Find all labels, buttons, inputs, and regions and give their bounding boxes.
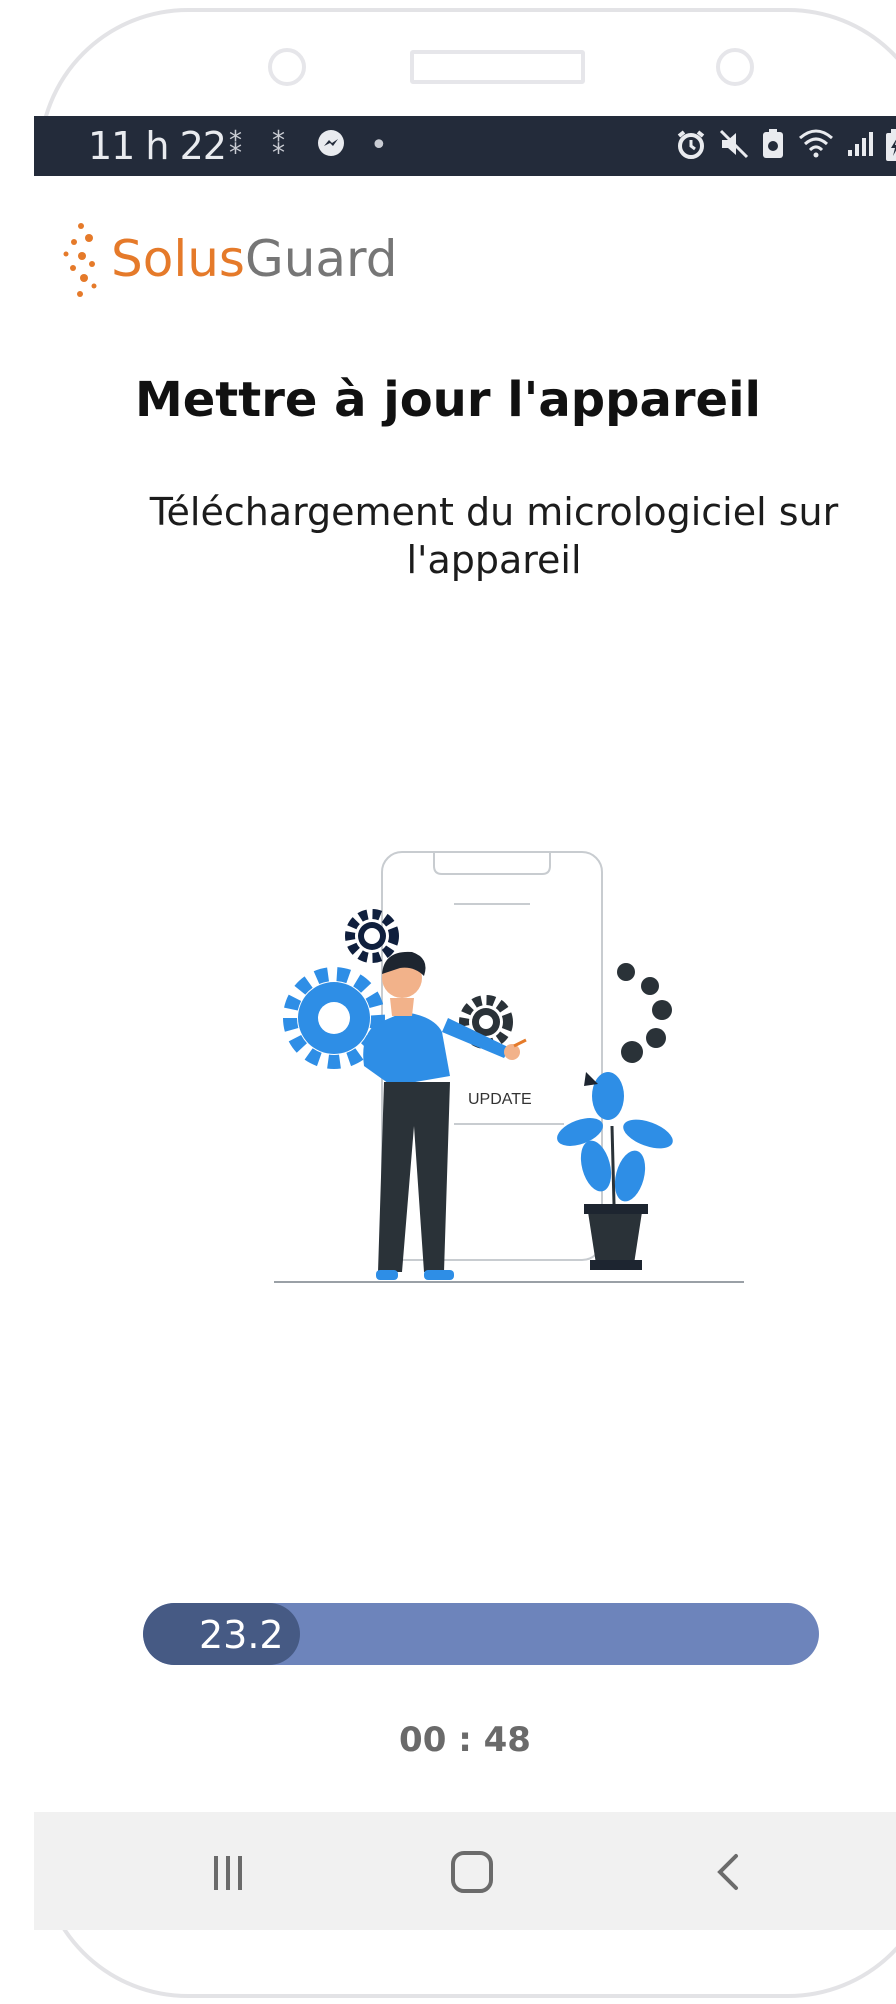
logo-text-guard: Guard [244, 230, 398, 288]
back-button[interactable] [688, 1842, 768, 1902]
logo-wordmark: SolusGuard [111, 230, 397, 288]
progress-value: 23.2 [199, 1613, 284, 1657]
back-icon [717, 1854, 738, 1890]
notification-icon: ⁑ [229, 131, 242, 161]
alarm-icon [674, 128, 708, 171]
battery-icon [884, 128, 896, 171]
notification-icon: ⁑ [272, 131, 285, 161]
logo-text-solus: Solus [111, 230, 245, 288]
illustration-update-label: UPDATE [468, 1091, 532, 1108]
app-screen: SolusGuard Mettre à jour l'appareil Télé… [34, 176, 896, 1812]
signal-icon [846, 128, 876, 167]
firmware-progress-bar: 23.2 [143, 1603, 819, 1665]
navigation-bar [34, 1812, 896, 1930]
update-illustration: UPDATE [274, 851, 744, 1283]
recent-apps-icon [214, 1856, 242, 1890]
wifi-icon [798, 128, 834, 167]
messenger-icon [316, 128, 346, 167]
status-time: 11 h 22 [88, 124, 227, 168]
mute-icon [718, 128, 750, 169]
logo-mark-icon [63, 223, 97, 297]
front-camera-icon [268, 48, 306, 86]
elapsed-timer: 00 : 48 [399, 1720, 531, 1760]
sensor-icon [716, 48, 754, 86]
page-subtitle: Téléchargement du micrologiciel sur l'ap… [149, 490, 839, 582]
home-icon [451, 1851, 493, 1893]
earpiece-speaker [410, 50, 585, 84]
page-title: Mettre à jour l'appareil [134, 372, 761, 428]
status-bar: 11 h 22 ⁑ ⁑ • [34, 116, 896, 176]
recent-apps-button[interactable] [188, 1842, 268, 1902]
dot-icon: • [370, 128, 388, 163]
home-button[interactable] [432, 1842, 512, 1902]
solusguard-logo: SolusGuard [56, 216, 397, 306]
battery-saver-icon [760, 128, 786, 169]
